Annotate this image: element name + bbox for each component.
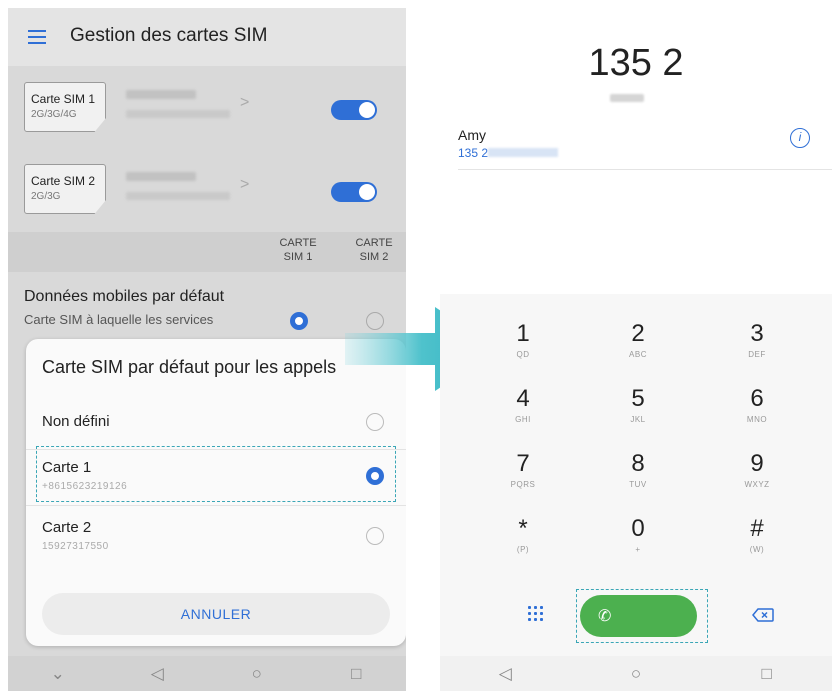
sim-1-toggle[interactable] bbox=[331, 100, 377, 120]
dialog-title: Carte SIM par défaut pour les appels bbox=[42, 357, 337, 377]
divider bbox=[26, 505, 406, 506]
key-digit: 2 bbox=[631, 320, 645, 347]
key-star[interactable]: * (P) bbox=[473, 515, 573, 573]
key-hash[interactable]: # (W) bbox=[707, 515, 807, 573]
option-card-2-radio[interactable] bbox=[366, 527, 384, 545]
key-digit: 5 bbox=[631, 385, 645, 412]
app-bar: Gestion des cartes SIM bbox=[8, 8, 406, 66]
dialed-number: 135 2 bbox=[588, 42, 684, 84]
default-data-title: Données mobiles par défaut bbox=[24, 288, 225, 305]
dialpad-toggle-icon[interactable] bbox=[528, 606, 544, 622]
key-letters: GHI bbox=[515, 415, 531, 424]
home-icon[interactable]: ○ bbox=[616, 664, 656, 684]
key-letters: JKL bbox=[630, 415, 646, 424]
key-letters: ABC bbox=[629, 350, 647, 359]
dialer-screen: 135 2 Amy 135 2 i 1 QD 2 ABC 3 DEF 4 GHI… bbox=[440, 8, 832, 691]
key-digit: # bbox=[750, 515, 764, 542]
key-letters: TUV bbox=[629, 480, 647, 489]
call-button-highlight bbox=[576, 589, 708, 643]
divider bbox=[458, 169, 832, 170]
sim-row-2[interactable]: Carte SIM 2 2G/3G > bbox=[8, 148, 406, 232]
contact-number-blurred bbox=[488, 148, 558, 157]
key-3[interactable]: 3 DEF bbox=[707, 320, 807, 378]
option-card-2[interactable]: Carte 2 15927317550 bbox=[26, 509, 406, 565]
recents-icon[interactable]: □ bbox=[336, 664, 376, 684]
contact-name[interactable]: Amy bbox=[458, 127, 486, 143]
sim-tech: 2G/3G bbox=[31, 191, 61, 202]
key-digit: 7 bbox=[516, 450, 530, 477]
option-label: Carte 2 bbox=[42, 519, 92, 536]
data-sim-1-radio[interactable] bbox=[290, 312, 308, 330]
option-label: Non défini bbox=[42, 413, 110, 430]
chevron-down-icon[interactable]: ⌄ bbox=[38, 664, 78, 684]
sim-number-blurred bbox=[126, 192, 230, 200]
key-2[interactable]: 2 ABC bbox=[588, 320, 688, 378]
back-icon[interactable]: ◁ bbox=[485, 664, 525, 684]
key-digit: 1 bbox=[516, 320, 530, 347]
default-data-subtitle: Carte SIM à laquelle les services bbox=[24, 312, 214, 327]
menu-icon[interactable] bbox=[28, 30, 46, 44]
sim-card-icon: Carte SIM 1 2G/3G/4G bbox=[24, 82, 106, 132]
key-7[interactable]: 7 PQRS bbox=[473, 450, 573, 508]
key-letters: QD bbox=[516, 350, 530, 359]
key-letters: WXYZ bbox=[744, 480, 770, 489]
key-8[interactable]: 8 TUV bbox=[588, 450, 688, 508]
column-sim-2: CARTE SIM 2 bbox=[355, 237, 393, 263]
home-icon[interactable]: ○ bbox=[237, 664, 277, 684]
key-digit: 4 bbox=[516, 385, 530, 412]
sim-label: Carte SIM 2 bbox=[31, 174, 96, 188]
key-digit: * bbox=[518, 515, 528, 542]
sim-2-toggle[interactable] bbox=[331, 182, 377, 202]
key-letters: (W) bbox=[749, 545, 765, 554]
key-letters: DEF bbox=[748, 350, 766, 359]
sim-tech: 2G/3G/4G bbox=[31, 109, 77, 120]
navigation-bar: ⌄ ◁ ○ □ bbox=[8, 656, 406, 691]
key-digit: 8 bbox=[631, 450, 645, 477]
column-sim-1: CARTE SIM 1 bbox=[279, 237, 317, 263]
key-4[interactable]: 4 GHI bbox=[473, 385, 573, 443]
key-9[interactable]: 9 WXYZ bbox=[707, 450, 807, 508]
key-0[interactable]: 0 + bbox=[588, 515, 688, 573]
location-blurred bbox=[610, 94, 644, 102]
key-digit: 6 bbox=[750, 385, 764, 412]
key-digit: 9 bbox=[750, 450, 764, 477]
navigation-bar: ◁ ○ □ bbox=[440, 656, 832, 691]
cancel-button[interactable]: ANNULER bbox=[42, 593, 390, 635]
key-digit: 3 bbox=[750, 320, 764, 347]
chevron-right-icon: > bbox=[240, 94, 250, 111]
page-title: Gestion des cartes SIM bbox=[70, 25, 268, 46]
option-undefined[interactable]: Non défini bbox=[26, 395, 406, 451]
back-icon[interactable]: ◁ bbox=[137, 664, 177, 684]
recents-icon[interactable]: □ bbox=[747, 664, 787, 684]
option-number: 15927317550 bbox=[42, 541, 109, 552]
sim-card-icon: Carte SIM 2 2G/3G bbox=[24, 164, 106, 214]
key-letters: (P) bbox=[516, 545, 530, 554]
key-6[interactable]: 6 MNO bbox=[707, 385, 807, 443]
sim-number-blurred bbox=[126, 110, 230, 118]
key-letters: + bbox=[635, 545, 641, 554]
contact-number[interactable]: 135 2 bbox=[458, 146, 488, 160]
sim-column-headers: CARTE SIM 1 CARTE SIM 2 bbox=[8, 232, 406, 272]
key-letters: MNO bbox=[746, 415, 768, 424]
carrier-name-blurred bbox=[126, 90, 196, 99]
key-digit: 0 bbox=[631, 515, 645, 542]
info-icon[interactable]: i bbox=[790, 128, 810, 148]
option-undefined-radio[interactable] bbox=[366, 413, 384, 431]
key-letters: PQRS bbox=[510, 480, 536, 489]
key-1[interactable]: 1 QD bbox=[473, 320, 573, 378]
selection-highlight bbox=[36, 446, 396, 502]
chevron-right-icon: > bbox=[240, 176, 250, 193]
sim-label: Carte SIM 1 bbox=[31, 92, 96, 106]
key-5[interactable]: 5 JKL bbox=[588, 385, 688, 443]
sim-row-1[interactable]: Carte SIM 1 2G/3G/4G > bbox=[8, 66, 406, 150]
carrier-name-blurred bbox=[126, 172, 196, 181]
backspace-icon[interactable] bbox=[752, 608, 774, 622]
